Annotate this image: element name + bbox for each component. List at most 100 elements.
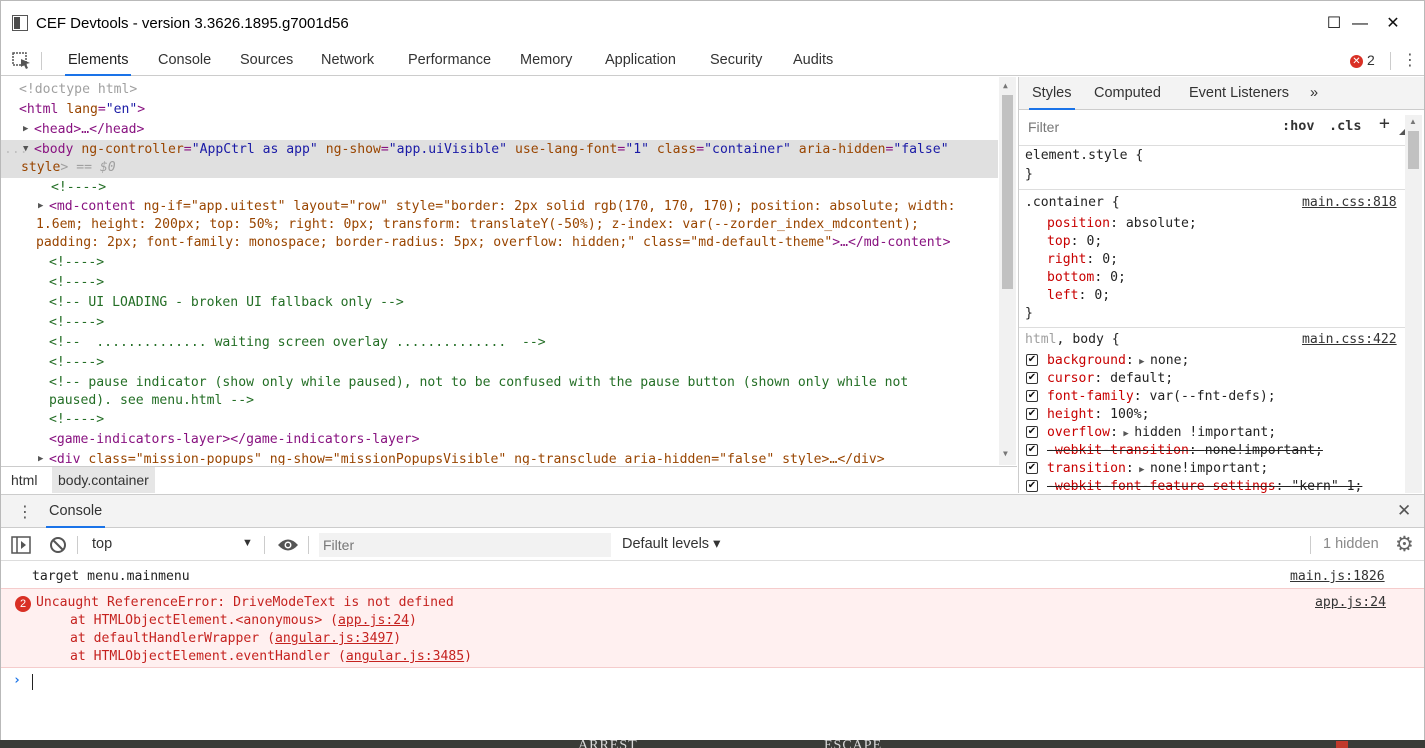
expand-triangle-icon[interactable]: ▶ [23, 124, 28, 134]
html-node[interactable]: <html lang="en"> [19, 101, 145, 118]
css-property[interactable]: top: 0; [1047, 233, 1102, 251]
css-property[interactable]: background: ▶ none; [1047, 352, 1189, 371]
property-checkbox[interactable]: ✔ [1026, 372, 1038, 384]
expand-triangle-icon[interactable]: ▶ [38, 454, 43, 464]
styles-filter-input[interactable]: Filter [1024, 115, 1268, 139]
doctype-node[interactable]: <!doctype html> [19, 81, 137, 98]
clear-console-icon[interactable] [49, 536, 67, 554]
property-checkbox[interactable]: ✔ [1026, 390, 1038, 402]
tab-event-listeners[interactable]: Event Listeners [1186, 77, 1292, 110]
scroll-up-icon[interactable]: ▲ [1409, 117, 1417, 126]
html-body-selector[interactable]: html, body { [1025, 331, 1120, 349]
tab-elements[interactable]: Elements [65, 46, 132, 76]
tab-computed[interactable]: Computed [1091, 77, 1164, 110]
css-property[interactable]: transition: ▶ none!important; [1047, 460, 1268, 479]
error-message-text[interactable]: Uncaught ReferenceError: DriveModeText i… [36, 594, 454, 612]
container-rule-source-link[interactable]: main.css:818 [1302, 195, 1397, 210]
close-drawer-icon[interactable]: ✕ [1397, 501, 1411, 521]
error-source-link[interactable]: app.js:24 [1315, 594, 1386, 612]
expand-triangle-icon[interactable]: ▶ [38, 201, 43, 211]
css-property[interactable]: height: 100%; [1047, 406, 1150, 424]
css-property-overridden[interactable]: -webkit-transition: none!important; [1047, 442, 1323, 460]
log-source-link[interactable]: main.js:1826 [1290, 568, 1385, 586]
comment-node[interactable]: <!----> [49, 254, 104, 271]
live-expression-eye-icon[interactable] [277, 537, 299, 553]
console-prompt[interactable]: › [1, 668, 1424, 742]
property-checkbox[interactable]: ✔ [1026, 444, 1038, 456]
stack-frame-link[interactable]: angular.js:3485 [346, 649, 464, 664]
property-checkbox[interactable]: ✔ [1026, 462, 1038, 474]
property-checkbox[interactable]: ✔ [1026, 408, 1038, 420]
log-levels-dropdown[interactable]: Default levels ▾ [622, 536, 720, 552]
expand-triangle-icon[interactable]: ▶ [1134, 465, 1150, 475]
tab-console[interactable]: Console [155, 46, 214, 76]
property-checkbox[interactable]: ✔ [1026, 480, 1038, 492]
expand-triangle-icon[interactable]: ▶ [1134, 357, 1150, 367]
attr-name: aria-hidden [798, 142, 886, 157]
css-property[interactable]: font-family: var(--fnt-defs); [1047, 388, 1276, 406]
comment-node[interactable]: <!----> [49, 274, 104, 291]
md-content-node[interactable]: <md-content ng-if="app.uitest" layout="r… [49, 198, 956, 215]
inspect-element-icon[interactable] [12, 52, 32, 70]
error-counter[interactable]: ✕ 2 [1350, 52, 1375, 68]
class-toggle-button[interactable]: .cls [1329, 118, 1362, 134]
more-options-icon[interactable]: ⋮ [1402, 52, 1418, 70]
console-filter-input[interactable]: Filter [319, 533, 611, 557]
container-selector[interactable]: .container { [1025, 194, 1120, 212]
comment-node[interactable]: <!----> [51, 179, 106, 196]
close-button[interactable]: ✕ [1373, 9, 1413, 39]
breadcrumb-html[interactable]: html [5, 467, 43, 493]
scroll-thumb[interactable] [1002, 95, 1013, 289]
css-property[interactable]: overflow: ▶ hidden !important; [1047, 424, 1276, 443]
more-tabs-icon[interactable]: » [1307, 77, 1321, 110]
comment-node[interactable]: <!-- .............. waiting screen overl… [49, 334, 546, 351]
html-body-rule-source-link[interactable]: main.css:422 [1302, 332, 1397, 347]
comment-node[interactable]: <!----> [49, 411, 104, 428]
comment-node[interactable]: <!-- pause indicator (show only while pa… [49, 374, 908, 391]
stack-frame-link[interactable]: angular.js:3497 [275, 631, 393, 646]
drawer-tab-console[interactable]: Console [46, 495, 106, 528]
collapse-triangle-icon[interactable]: ▼ [23, 144, 28, 154]
element-style-selector[interactable]: element.style { [1025, 147, 1143, 165]
tab-application[interactable]: Application [602, 46, 679, 76]
show-sidebar-icon[interactable] [11, 536, 31, 554]
breadcrumb-body-container[interactable]: body.container [52, 467, 155, 493]
comment-node[interactable]: <!----> [49, 314, 104, 331]
tab-memory[interactable]: Memory [517, 46, 575, 76]
css-property[interactable]: left: 0; [1047, 287, 1110, 305]
tab-sources[interactable]: Sources [237, 46, 296, 76]
css-property[interactable]: position: absolute; [1047, 215, 1197, 233]
tab-performance[interactable]: Performance [405, 46, 494, 76]
new-rule-plus-icon[interactable]: + [1379, 113, 1390, 134]
expand-triangle-icon[interactable]: ▶ [1118, 429, 1134, 439]
css-property[interactable]: cursor: default; [1047, 370, 1173, 388]
game-indicators-layer-node[interactable]: <game-indicators-layer></game-indicators… [49, 431, 420, 448]
tab-security[interactable]: Security [707, 46, 765, 76]
dom-tree-scrollbar[interactable]: ▲ ▼ [999, 77, 1016, 465]
head-node[interactable]: <head>…</head> [34, 121, 144, 138]
attr-text: class="mission-popups" ng-show="missionP… [80, 452, 885, 465]
property-checkbox[interactable]: ✔ [1026, 354, 1038, 366]
mission-popups-node[interactable]: <div class="mission-popups" ng-show="mis… [49, 451, 885, 465]
body-node[interactable]: <body ng-controller="AppCtrl as app" ng-… [34, 141, 949, 158]
property-checkbox[interactable]: ✔ [1026, 426, 1038, 438]
chevron-down-icon[interactable]: ▼ [242, 537, 253, 549]
stack-frame-link[interactable]: app.js:24 [338, 613, 409, 628]
scroll-thumb[interactable] [1408, 131, 1419, 169]
hover-state-button[interactable]: :hov [1282, 118, 1315, 134]
tab-network[interactable]: Network [318, 46, 377, 76]
maximize-button[interactable]: ☐ [1314, 9, 1354, 39]
scroll-up-icon[interactable]: ▲ [1003, 81, 1008, 90]
styles-scrollbar[interactable]: ▲ [1405, 115, 1422, 493]
console-settings-gear-icon[interactable]: ⚙ [1395, 532, 1414, 557]
tab-styles[interactable]: Styles [1029, 77, 1075, 110]
scroll-down-icon[interactable]: ▼ [1003, 449, 1008, 458]
comment-node[interactable]: <!----> [49, 354, 104, 371]
css-property-overridden[interactable]: -webkit-font-feature-settings: "kern" 1; [1047, 478, 1362, 493]
tab-audits[interactable]: Audits [790, 46, 836, 76]
drawer-menu-icon[interactable]: ⋮ [17, 502, 33, 522]
css-property[interactable]: right: 0; [1047, 251, 1118, 269]
context-selector[interactable]: top [92, 536, 112, 552]
comment-node[interactable]: <!-- UI LOADING - broken UI fallback onl… [49, 294, 404, 311]
css-property[interactable]: bottom: 0; [1047, 269, 1126, 287]
